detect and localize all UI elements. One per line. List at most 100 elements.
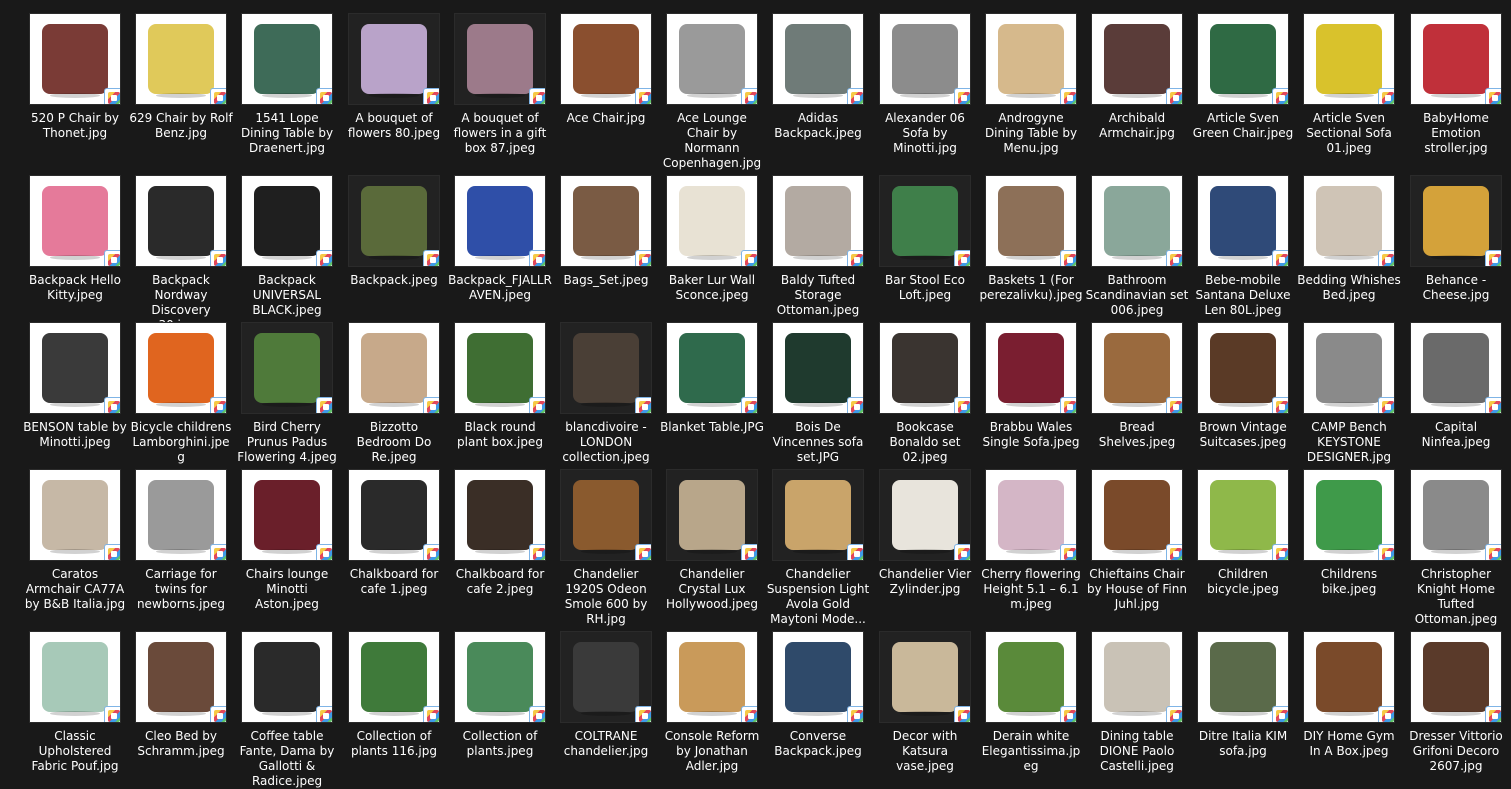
file-item[interactable]: BENSON table by Minotti.jpeg: [23, 322, 127, 450]
file-thumbnail[interactable]: [1091, 631, 1183, 723]
file-item[interactable]: Baskets 1 (For perezalivku).jpeg: [979, 175, 1083, 303]
file-thumbnail[interactable]: [666, 13, 758, 105]
file-item[interactable]: Black round plant box.jpeg: [448, 322, 552, 450]
file-thumbnail[interactable]: [29, 175, 121, 267]
file-item[interactable]: Bizzotto Bedroom Do Re.jpeg: [342, 322, 446, 465]
file-item[interactable]: Chieftains Chair by House of Finn Juhl.j…: [1085, 469, 1189, 612]
file-item[interactable]: Bread Shelves.jpeg: [1085, 322, 1189, 450]
file-item[interactable]: 520 P Chair by Thonet.jpg: [23, 13, 127, 141]
file-item[interactable]: Backpack Hello Kitty.jpeg: [23, 175, 127, 303]
file-thumbnail[interactable]: [1410, 631, 1502, 723]
file-thumbnail[interactable]: [879, 322, 971, 414]
file-item[interactable]: A bouquet of flowers 80.jpeg: [342, 13, 446, 141]
file-thumbnail[interactable]: [879, 469, 971, 561]
file-thumbnail[interactable]: [1197, 13, 1289, 105]
file-item[interactable]: CAMP Bench KEYSTONE DESIGNER.jpg: [1297, 322, 1401, 465]
file-thumbnail[interactable]: [454, 175, 546, 267]
file-thumbnail[interactable]: [29, 631, 121, 723]
file-thumbnail[interactable]: [1091, 13, 1183, 105]
file-item[interactable]: Christopher Knight Home Tufted Ottoman.j…: [1404, 469, 1508, 627]
file-thumbnail[interactable]: [348, 469, 440, 561]
file-thumbnail[interactable]: [454, 322, 546, 414]
file-item[interactable]: Baker Lur Wall Sconce.jpeg: [660, 175, 764, 303]
file-item[interactable]: Adidas Backpack.jpeg: [766, 13, 870, 141]
file-item[interactable]: Cherry flowering Height 5.1 – 6.1 m.jpeg: [979, 469, 1083, 612]
file-thumbnail[interactable]: [560, 631, 652, 723]
file-thumbnail[interactable]: [1303, 631, 1395, 723]
file-thumbnail[interactable]: [348, 175, 440, 267]
file-item[interactable]: Chandelier Vier Zylinder.jpg: [873, 469, 977, 597]
file-item[interactable]: A bouquet of flowers in a gift box 87.jp…: [448, 13, 552, 156]
file-item[interactable]: Behance - Cheese.jpg: [1404, 175, 1508, 303]
file-item[interactable]: Bookcase Bonaldo set 02.jpeg: [873, 322, 977, 465]
file-thumbnail[interactable]: [985, 175, 1077, 267]
file-thumbnail[interactable]: [772, 175, 864, 267]
file-thumbnail[interactable]: [1197, 175, 1289, 267]
file-thumbnail[interactable]: [1303, 469, 1395, 561]
file-item[interactable]: Baldy Tufted Storage Ottoman.jpeg: [766, 175, 870, 318]
file-item[interactable]: Bathroom Scandinavian set 006.jpeg: [1085, 175, 1189, 318]
file-thumbnail[interactable]: [772, 631, 864, 723]
file-item[interactable]: Ditre Italia KIM sofa.jpg: [1191, 631, 1295, 759]
file-item[interactable]: Bicycle childrens Lamborghini.jpeg: [129, 322, 233, 465]
file-item[interactable]: Backpack_FJALLRAVEN.jpeg: [448, 175, 552, 303]
file-thumbnail[interactable]: [241, 469, 333, 561]
file-item[interactable]: Converse Backpack.jpeg: [766, 631, 870, 759]
file-thumbnail[interactable]: [29, 322, 121, 414]
file-thumbnail[interactable]: [135, 322, 227, 414]
file-item[interactable]: Alexander 06 Sofa by Minotti.jpg: [873, 13, 977, 156]
file-item[interactable]: Decor with Katsura vase.jpeg: [873, 631, 977, 774]
file-item[interactable]: DIY Home Gym In A Box.jpeg: [1297, 631, 1401, 759]
file-item[interactable]: Chandelier Crystal Lux Hollywood.jpeg: [660, 469, 764, 612]
file-thumbnail[interactable]: [1410, 469, 1502, 561]
file-thumbnail[interactable]: [135, 175, 227, 267]
file-thumbnail[interactable]: [135, 469, 227, 561]
file-item[interactable]: Ace Chair.jpg: [554, 13, 658, 126]
file-item[interactable]: Backpack Nordway Discovery 30.jpeg: [129, 175, 233, 333]
file-thumbnail[interactable]: [348, 631, 440, 723]
file-item[interactable]: 629 Chair by Rolf Benz.jpg: [129, 13, 233, 141]
file-item[interactable]: Capital Ninfea.jpeg: [1404, 322, 1508, 450]
file-thumbnail[interactable]: [879, 631, 971, 723]
file-thumbnail[interactable]: [348, 13, 440, 105]
file-thumbnail[interactable]: [135, 13, 227, 105]
file-thumbnail[interactable]: [985, 13, 1077, 105]
file-thumbnail[interactable]: [1410, 175, 1502, 267]
file-item[interactable]: Derain white Elegantissima.jpeg: [979, 631, 1083, 774]
file-thumbnail[interactable]: [985, 469, 1077, 561]
file-item[interactable]: Children bicycle.jpeg: [1191, 469, 1295, 597]
file-thumbnail[interactable]: [348, 322, 440, 414]
file-item[interactable]: Blanket Table.JPG: [660, 322, 764, 435]
file-item[interactable]: Dining table DIONE Paolo Castelli.jpeg: [1085, 631, 1189, 774]
file-item[interactable]: Dresser Vittorio Grifoni Decoro 2607.jpg: [1404, 631, 1508, 774]
file-thumbnail[interactable]: [1091, 469, 1183, 561]
file-item[interactable]: Bags_Set.jpeg: [554, 175, 658, 288]
file-thumbnail[interactable]: [29, 13, 121, 105]
file-thumbnail[interactable]: [560, 469, 652, 561]
file-item[interactable]: Chalkboard for cafe 2.jpeg: [448, 469, 552, 597]
file-item[interactable]: Chalkboard for cafe 1.jpeg: [342, 469, 446, 597]
file-thumbnail[interactable]: [772, 322, 864, 414]
file-item[interactable]: 1541 Lope Dining Table by Draenert.jpg: [235, 13, 339, 156]
file-thumbnail[interactable]: [560, 13, 652, 105]
file-thumbnail[interactable]: [1410, 322, 1502, 414]
file-item[interactable]: Bar Stool Eco Loft.jpeg: [873, 175, 977, 303]
file-item[interactable]: Bois De Vincennes sofa set.JPG: [766, 322, 870, 465]
file-item[interactable]: Article Sven Green Chair.jpeg: [1191, 13, 1295, 141]
file-thumbnail[interactable]: [772, 13, 864, 105]
file-item[interactable]: Backpack.jpeg: [342, 175, 446, 288]
file-item[interactable]: Console Reform by Jonathan Adler.jpg: [660, 631, 764, 774]
file-thumbnail[interactable]: [985, 631, 1077, 723]
file-thumbnail[interactable]: [1091, 322, 1183, 414]
file-item[interactable]: Chairs lounge Minotti Aston.jpeg: [235, 469, 339, 612]
file-item[interactable]: Chandelier Suspension Light Avola Gold M…: [766, 469, 870, 627]
file-thumbnail[interactable]: [1197, 631, 1289, 723]
file-item[interactable]: Cleo Bed by Schramm.jpeg: [129, 631, 233, 759]
file-thumbnail[interactable]: [1303, 175, 1395, 267]
file-thumbnail[interactable]: [666, 469, 758, 561]
file-thumbnail[interactable]: [454, 631, 546, 723]
file-item[interactable]: Carriage for twins for newborns.jpeg: [129, 469, 233, 612]
file-thumbnail[interactable]: [772, 469, 864, 561]
file-item[interactable]: BabyHome Emotion stroller.jpg: [1404, 13, 1508, 156]
file-item[interactable]: Archibald Armchair.jpg: [1085, 13, 1189, 141]
